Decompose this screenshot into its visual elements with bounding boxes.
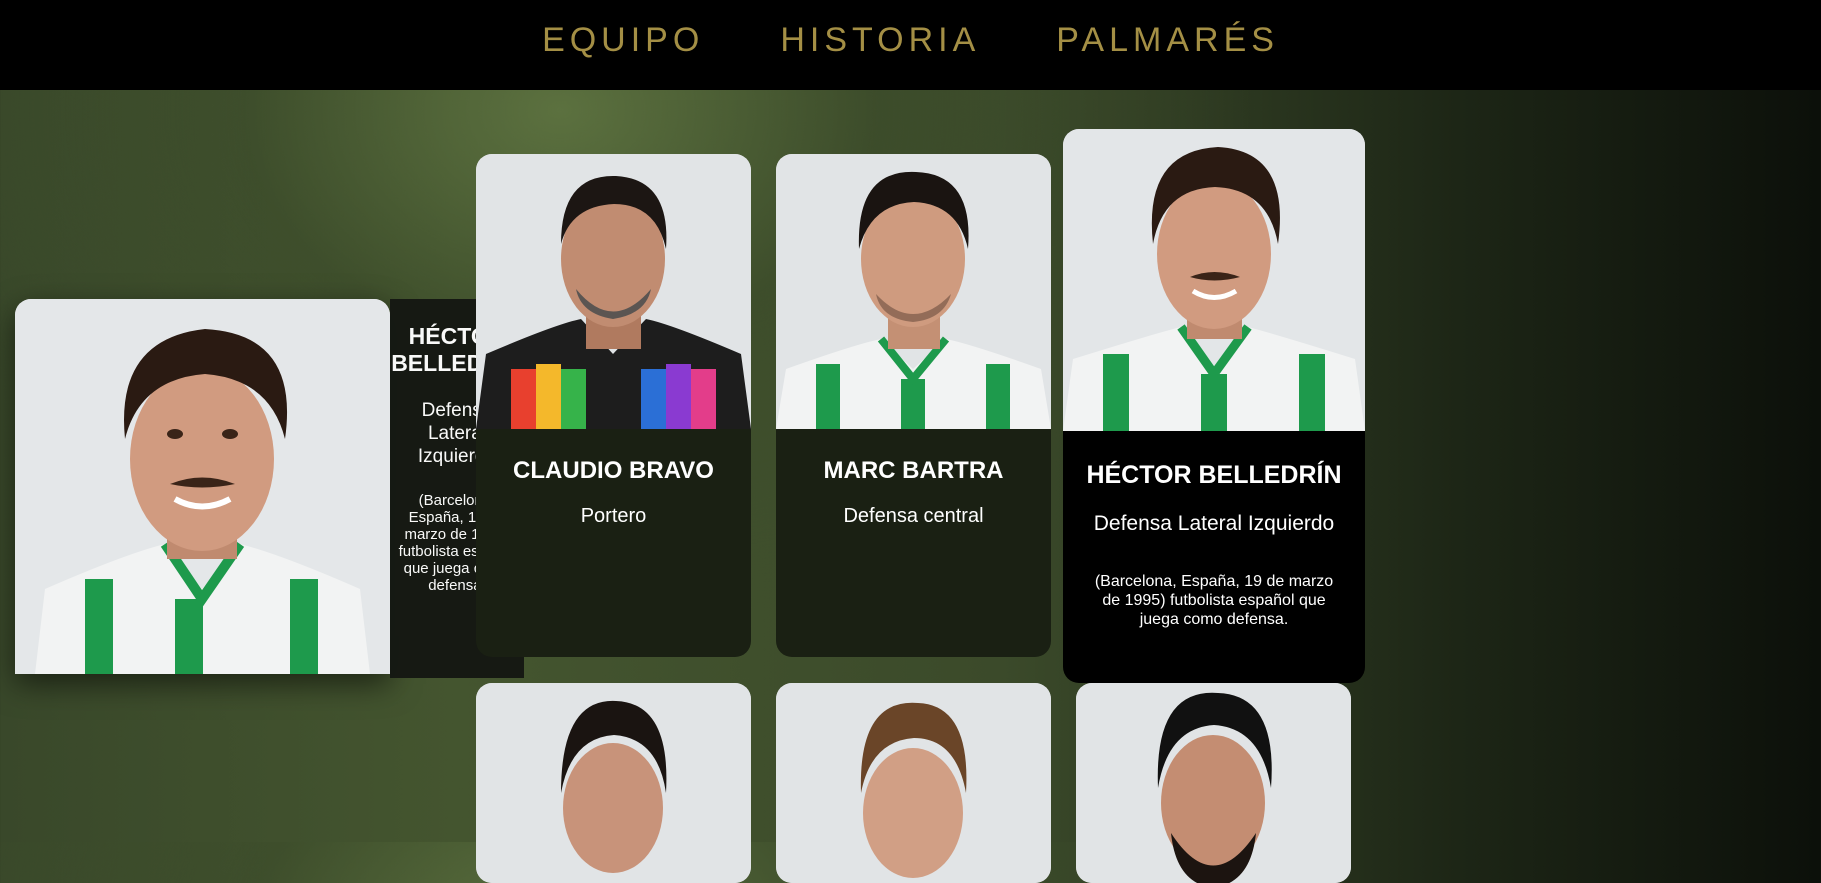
player-card-row2-1[interactable] xyxy=(476,683,751,883)
player-card-row2-2[interactable] xyxy=(776,683,1051,883)
player-info: CLAUDIO BRAVO Portero xyxy=(476,457,751,528)
nav-equipo[interactable]: EQUIPO xyxy=(504,21,742,60)
player-portrait xyxy=(476,154,751,429)
player-photo xyxy=(476,154,751,429)
player-role: Defensa central xyxy=(843,505,984,527)
player-portrait xyxy=(1076,683,1351,883)
player-name: MARC BARTRA xyxy=(823,457,1004,484)
player-portrait xyxy=(15,299,390,674)
player-portrait xyxy=(1063,129,1365,431)
player-photo xyxy=(1063,129,1365,431)
player-description: (Barcelona, España, 19 de marzo de 1995)… xyxy=(1094,573,1334,629)
player-role: Defensa Lateral Izquierdo xyxy=(1093,512,1335,535)
player-name: HÉCTOR BELLEDRÍN xyxy=(1086,461,1342,489)
player-photo xyxy=(776,683,1051,883)
top-nav: EQUIPO HISTORIA PALMARÉS xyxy=(0,0,1821,90)
player-info: MARC BARTRA Defensa central xyxy=(776,457,1051,528)
player-info: HÉCTOR BELLEDRÍN Defensa Lateral Izquier… xyxy=(1063,461,1365,630)
nav-palmares[interactable]: PALMARÉS xyxy=(1018,21,1317,60)
expanded-player-photo[interactable] xyxy=(15,299,390,674)
player-photo xyxy=(1076,683,1351,883)
player-portrait xyxy=(776,683,1051,883)
player-name: CLAUDIO BRAVO xyxy=(513,457,714,484)
player-photo xyxy=(776,154,1051,429)
player-portrait xyxy=(476,683,751,883)
player-card-row2-3[interactable] xyxy=(1076,683,1351,883)
nav-historia[interactable]: HISTORIA xyxy=(742,21,1018,60)
player-card-marc-bartra[interactable]: MARC BARTRA Defensa central xyxy=(776,154,1051,657)
player-card-hector-bellerin[interactable]: HÉCTOR BELLEDRÍN Defensa Lateral Izquier… xyxy=(1063,129,1365,683)
player-role: Portero xyxy=(580,505,647,527)
player-photo xyxy=(476,683,751,883)
player-portrait xyxy=(776,154,1051,429)
player-card-claudio-bravo[interactable]: CLAUDIO BRAVO Portero xyxy=(476,154,751,657)
